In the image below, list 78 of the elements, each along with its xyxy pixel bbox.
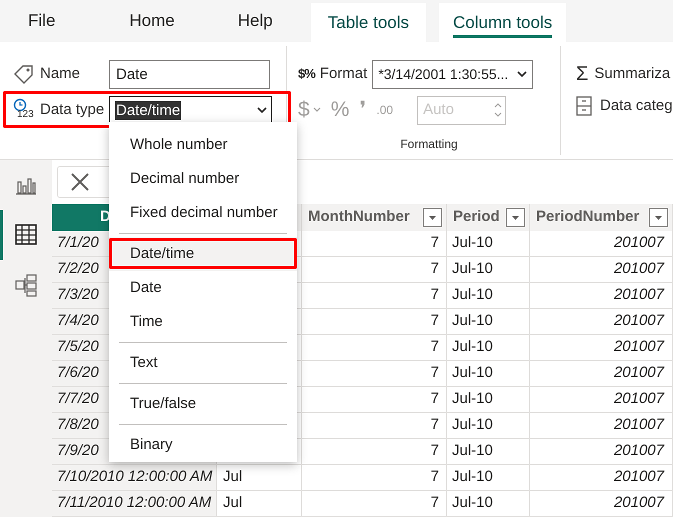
table-cell: Jul-10 <box>447 439 530 465</box>
menu-item[interactable]: Decimal number <box>109 162 297 196</box>
sigma-icon: Σ <box>576 64 588 84</box>
chevron-down-icon <box>257 106 267 114</box>
field-label: Data categ <box>600 96 673 116</box>
menu-item[interactable]: Fixed decimal number <box>109 196 297 230</box>
chevron-down-icon <box>517 70 528 78</box>
filter-button[interactable] <box>649 208 668 227</box>
table-cell: Jul-10 <box>447 283 530 309</box>
selected-value: Date/time <box>115 100 182 120</box>
table-cell: Jul <box>217 491 302 517</box>
table-cell: 7 <box>302 257 447 283</box>
dropdown-arrow-icon <box>429 216 436 220</box>
table-cell: 201007 <box>530 387 673 413</box>
table-cell: Jul-10 <box>447 361 530 387</box>
menu-tab[interactable]: Column tools <box>439 3 566 42</box>
table-cell: Jul-10 <box>447 387 530 413</box>
field-label: Name <box>40 64 82 84</box>
menu-item[interactable]: Whole number <box>109 128 297 162</box>
table-cell: 7 <box>302 231 447 257</box>
table-cell: 7 <box>302 413 447 439</box>
table-cell: Jul-10 <box>447 231 530 257</box>
dropdown-arrow-icon <box>512 216 519 220</box>
menu-tab[interactable]: Home <box>91 0 213 42</box>
table-cell: Jul-10 <box>447 335 530 361</box>
table-cell: 201007 <box>530 335 673 361</box>
spinner-arrows-icon <box>494 101 502 119</box>
table-cell: 7/11/2010 12:00:00 AM <box>52 491 217 517</box>
table-cell: 201007 <box>530 231 673 257</box>
data-type-select[interactable]: Date/time <box>109 96 272 124</box>
table-cell: 201007 <box>530 257 673 283</box>
close-icon[interactable] <box>70 172 90 192</box>
column-header[interactable]: MonthNumber <box>302 204 447 231</box>
table-cell: 201007 <box>530 309 673 335</box>
table-cell: 7 <box>302 387 447 413</box>
filter-button[interactable] <box>423 208 442 227</box>
table-cell: 7 <box>302 283 447 309</box>
table-cell: 7/10/2010 12:00:00 AM <box>52 465 217 491</box>
clock-icon <box>13 98 27 112</box>
filter-button[interactable] <box>506 208 525 227</box>
table-cell: 7 <box>302 309 447 335</box>
table-cell: 7 <box>302 335 447 361</box>
table-cell: Jul-10 <box>447 491 530 517</box>
menu-tab[interactable]: File <box>0 0 92 42</box>
table-cell: 201007 <box>530 465 673 491</box>
table-cell: Jul-10 <box>447 465 530 491</box>
menu-item[interactable]: Date/time <box>109 237 297 271</box>
format-select[interactable]: *3/14/2001 1:30:55... <box>372 60 534 88</box>
table-cell: 201007 <box>530 283 673 309</box>
tag-icon <box>13 64 35 84</box>
menu-tab[interactable]: Help <box>212 0 298 42</box>
table-cell: Jul-10 <box>447 309 530 335</box>
table-cell: 201007 <box>530 413 673 439</box>
table-icon <box>14 223 38 247</box>
table-cell: 7 <box>302 361 447 387</box>
icon-label: 123 <box>17 109 34 121</box>
field-label: Summariza <box>594 64 670 84</box>
table-cell: Jul <box>217 465 302 491</box>
field-label: Format <box>320 64 368 84</box>
menu-tab[interactable]: Table tools <box>310 3 426 42</box>
cabinet-icon <box>576 96 592 116</box>
format-icon: $% <box>298 64 315 84</box>
dropdown-arrow-icon <box>655 216 662 220</box>
selected-value: *3/14/2001 1:30:55... <box>378 64 508 84</box>
table-cell: 7 <box>302 491 447 517</box>
name-field[interactable]: Date <box>109 60 270 88</box>
table-cell: Jul-10 <box>447 413 530 439</box>
table-cell: Jul-10 <box>447 257 530 283</box>
column-header[interactable]: PeriodNumber <box>530 204 673 231</box>
table-cell: 201007 <box>530 491 673 517</box>
group-label: Formatting <box>400 136 458 153</box>
model-icon <box>14 273 38 297</box>
table-cell: 201007 <box>530 439 673 465</box>
table-cell: 7 <box>302 465 447 491</box>
column-header[interactable]: Period <box>447 204 530 231</box>
table-cell: 201007 <box>530 361 673 387</box>
field-label: Data type <box>40 100 106 120</box>
table-cell: 7 <box>302 439 447 465</box>
